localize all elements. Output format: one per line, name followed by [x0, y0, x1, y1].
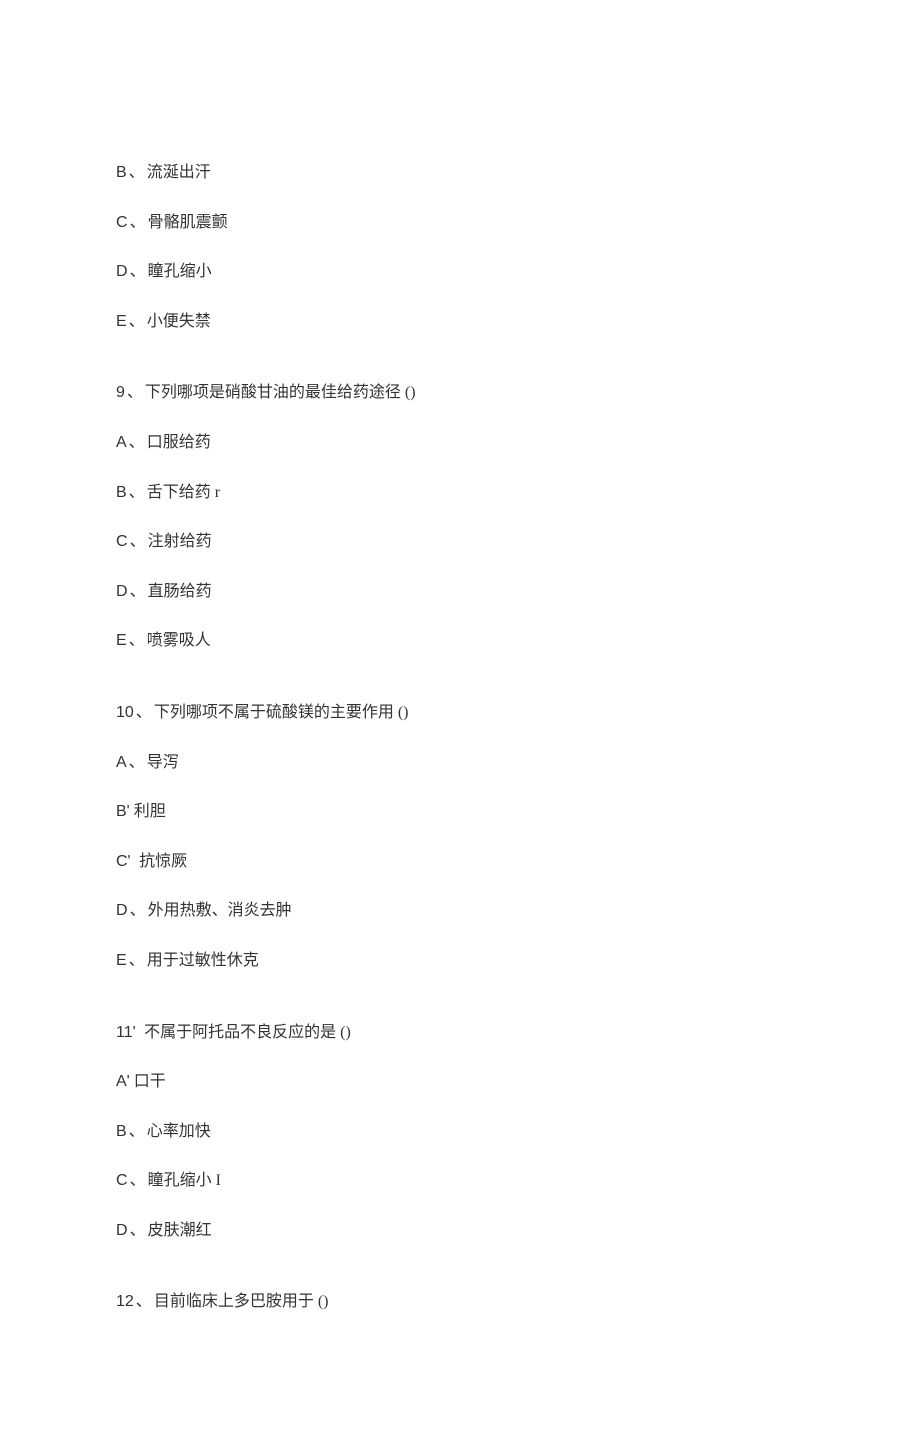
option-letter: A	[116, 434, 127, 451]
question-separator	[138, 1024, 142, 1041]
option-text: 流涎出汗	[147, 164, 211, 181]
option-letter: E	[116, 632, 127, 649]
option-text: 瞳孔缩小 I	[148, 1172, 221, 1189]
answer-option: C' 抗惊厥	[116, 849, 804, 875]
option-separator: 、	[130, 583, 146, 600]
question-item: 9、下列哪项是硝酸甘油的最佳给药途径 ()	[116, 380, 804, 406]
option-text: 心率加快	[147, 1123, 211, 1140]
option-letter: A	[116, 754, 127, 771]
option-letter: E	[116, 952, 127, 969]
option-letter: B'	[116, 803, 130, 820]
answer-option: E、喷雾吸人	[116, 628, 804, 654]
question-number: 10	[116, 704, 134, 721]
answer-option: D、瞳孔缩小	[116, 259, 804, 285]
option-text: 口干	[134, 1073, 166, 1090]
option-letter: D	[116, 1222, 128, 1239]
option-separator: 、	[130, 902, 146, 919]
answer-option: E、用于过敏性休克	[116, 948, 804, 974]
option-separator	[133, 853, 137, 870]
answer-option: B'利胆	[116, 799, 804, 825]
option-separator: 、	[129, 434, 145, 451]
option-text: 口服给药	[147, 434, 211, 451]
option-separator: 、	[129, 164, 145, 181]
question-separator: 、	[127, 384, 143, 401]
option-separator: 、	[130, 263, 146, 280]
option-text: 导泻	[147, 754, 179, 771]
option-text: 舌下给药 r	[147, 484, 220, 501]
option-separator: 、	[129, 632, 145, 649]
option-letter: C	[116, 214, 128, 231]
option-letter: B	[116, 484, 127, 501]
document-body: B、流涎出汗C、骨骼肌震颤D、瞳孔缩小E、小便失禁9、下列哪项是硝酸甘油的最佳给…	[116, 160, 804, 1315]
answer-option: A、口服给药	[116, 430, 804, 456]
question-item: 12、目前临床上多巴胺用于 ()	[116, 1289, 804, 1315]
option-letter: C	[116, 533, 128, 550]
question-text: 下列哪项不属于硫酸镁的主要作用 ()	[154, 704, 409, 721]
answer-option: E、小便失禁	[116, 309, 804, 335]
option-separator: 、	[129, 952, 145, 969]
option-separator: 、	[129, 484, 145, 501]
option-letter: D	[116, 902, 128, 919]
option-letter: A'	[116, 1073, 130, 1090]
question-item: 10、下列哪项不属于硫酸镁的主要作用 ()	[116, 700, 804, 726]
option-text: 皮肤潮红	[148, 1222, 212, 1239]
answer-option: C、骨骼肌震颤	[116, 210, 804, 236]
answer-option: A'口干	[116, 1069, 804, 1095]
option-text: 喷雾吸人	[147, 632, 211, 649]
option-text: 抗惊厥	[139, 853, 187, 870]
answer-option: D、直肠给药	[116, 579, 804, 605]
answer-option: C、注射给药	[116, 529, 804, 555]
answer-option: D、皮肤潮红	[116, 1218, 804, 1244]
answer-option: C、瞳孔缩小 I	[116, 1168, 804, 1194]
answer-option: D、外用热敷、消炎去肿	[116, 898, 804, 924]
answer-option: A、导泻	[116, 750, 804, 776]
answer-option: B、舌下给药 r	[116, 480, 804, 506]
option-letter: B	[116, 1123, 127, 1140]
option-text: 骨骼肌震颤	[148, 214, 228, 231]
option-text: 用于过敏性休克	[147, 952, 259, 969]
option-separator: 、	[129, 1123, 145, 1140]
option-separator: 、	[129, 313, 145, 330]
option-letter: C	[116, 1172, 128, 1189]
option-separator: 、	[130, 1222, 146, 1239]
option-letter: C'	[116, 853, 131, 870]
question-text: 下列哪项是硝酸甘油的最佳给药途径 ()	[145, 384, 416, 401]
option-separator: 、	[130, 533, 146, 550]
question-number: 11'	[116, 1024, 136, 1041]
question-separator: 、	[136, 704, 152, 721]
option-text: 利胆	[134, 803, 166, 820]
answer-option: B、心率加快	[116, 1119, 804, 1145]
option-separator: 、	[130, 214, 146, 231]
question-text: 不属于阿托品不良反应的是 ()	[144, 1024, 351, 1041]
option-letter: E	[116, 313, 127, 330]
option-text: 注射给药	[148, 533, 212, 550]
option-text: 直肠给药	[148, 583, 212, 600]
question-item: 11' 不属于阿托品不良反应的是 ()	[116, 1020, 804, 1046]
answer-option: B、流涎出汗	[116, 160, 804, 186]
option-separator: 、	[130, 1172, 146, 1189]
option-text: 小便失禁	[147, 313, 211, 330]
question-number: 9	[116, 384, 125, 401]
option-letter: D	[116, 583, 128, 600]
option-text: 瞳孔缩小	[148, 263, 212, 280]
option-text: 外用热敷、消炎去肿	[148, 902, 292, 919]
option-letter: D	[116, 263, 128, 280]
option-letter: B	[116, 164, 127, 181]
option-separator: 、	[129, 754, 145, 771]
